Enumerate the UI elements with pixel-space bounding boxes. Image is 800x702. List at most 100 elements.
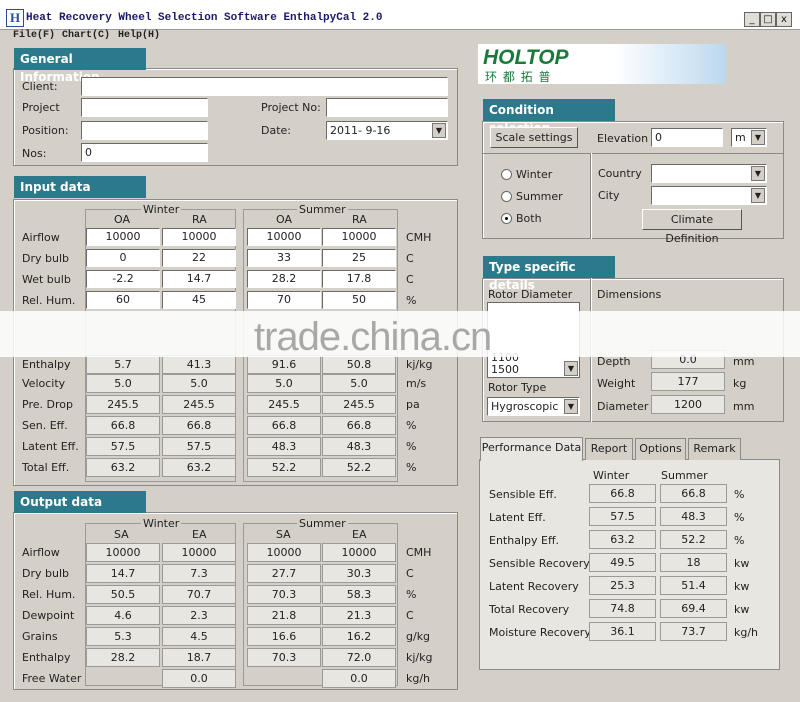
position-label: Position:: [22, 124, 69, 137]
date-value: 2011- 9-16: [330, 124, 391, 137]
tab-remark[interactable]: Remark: [688, 438, 741, 460]
rotor-diameter-label: Rotor Diameter: [488, 288, 573, 301]
output-row-label: Free Water: [22, 672, 82, 685]
tab-performance-data[interactable]: Performance Data: [480, 437, 583, 461]
rotor-type-label: Rotor Type: [488, 381, 547, 394]
input-cell: 5.0: [86, 374, 160, 393]
elevation-unit-value: m: [735, 131, 746, 144]
output-cell: 21.3: [322, 606, 396, 625]
menu-file[interactable]: File(F): [13, 30, 55, 41]
input-row-unit: m/s: [406, 377, 427, 390]
input-cell[interactable]: 33: [247, 249, 321, 267]
output-cell: 50.5: [86, 585, 160, 604]
elevation-input[interactable]: 0: [651, 128, 723, 147]
radio-summer[interactable]: [501, 191, 512, 202]
input-row-unit: pa: [406, 398, 420, 411]
input-cell[interactable]: 10000: [86, 228, 160, 246]
input-cell[interactable]: 70: [247, 291, 321, 309]
input-row-unit: CMH: [406, 231, 432, 244]
input-cell: 52.2: [247, 458, 321, 477]
climate-definition-button[interactable]: Climate Definition: [642, 209, 742, 245]
minimize-button[interactable]: _: [744, 12, 760, 27]
input-col-ra: RA: [352, 213, 367, 226]
input-cell: 5.7: [86, 355, 160, 374]
input-row-label: Dry bulb: [22, 252, 69, 265]
input-col-oa: OA: [114, 213, 130, 226]
input-cell[interactable]: 45: [162, 291, 236, 309]
brand-subtitle: 环 都 拓 普: [485, 70, 552, 84]
input-row-unit: %: [406, 419, 417, 432]
output-row-label: Grains: [22, 630, 58, 643]
perf-cell-winter: 57.5: [589, 507, 656, 526]
radio-winter[interactable]: [501, 169, 512, 180]
perf-row-label: Moisture Recovery: [489, 626, 591, 639]
input-cell: 5.0: [247, 374, 321, 393]
menu-chart[interactable]: Chart(C): [62, 30, 110, 41]
chevron-down-icon[interactable]: ▼: [564, 399, 578, 414]
input-cell[interactable]: 10000: [162, 228, 236, 246]
input-row-label: Airflow: [22, 231, 60, 244]
input-row-label: Latent Eff.: [22, 440, 79, 453]
projectno-input[interactable]: [326, 98, 448, 117]
nos-input[interactable]: 0: [81, 143, 208, 162]
input-cell: 48.3: [247, 437, 321, 456]
brand-logo: HOLTOP: [483, 46, 569, 69]
city-select[interactable]: ▼: [651, 186, 767, 205]
nos-label: Nos:: [22, 147, 47, 160]
scale-settings-button[interactable]: Scale settings: [490, 127, 578, 148]
input-cell: 57.5: [86, 437, 160, 456]
rotor-list-item-selected[interactable]: 1500: [491, 363, 519, 376]
watermark-text: trade.china.cn: [254, 315, 492, 359]
input-cell[interactable]: 28.2: [247, 270, 321, 288]
input-row-label: Rel. Hum.: [22, 294, 76, 307]
radio-both[interactable]: [501, 213, 512, 224]
input-cell[interactable]: 60: [86, 291, 160, 309]
close-button[interactable]: x: [776, 12, 792, 27]
input-row-label: Enthalpy: [22, 358, 71, 371]
input-cell[interactable]: 17.8: [322, 270, 396, 288]
chevron-down-icon[interactable]: ▼: [564, 361, 578, 376]
output-cell: 16.6: [247, 627, 321, 646]
perf-row-unit: %: [734, 488, 745, 501]
perf-cell-winter: 63.2: [589, 530, 656, 549]
output-cell: 5.3: [86, 627, 160, 646]
input-cell[interactable]: 22: [162, 249, 236, 267]
condition-tab: Condition selection: [483, 99, 615, 135]
input-cell[interactable]: 10000: [247, 228, 321, 246]
chevron-down-icon[interactable]: ▼: [751, 166, 765, 181]
input-cell[interactable]: -2.2: [86, 270, 160, 288]
tab-report[interactable]: Report: [585, 438, 633, 460]
input-cell[interactable]: 0: [86, 249, 160, 267]
weight-label: Weight: [597, 377, 636, 390]
chevron-down-icon[interactable]: ▼: [432, 123, 446, 138]
perf-row-label: Enthalpy Eff.: [489, 534, 560, 547]
output-col-ea: EA: [352, 528, 367, 541]
elevation-unit-select[interactable]: m ▼: [731, 128, 767, 147]
chevron-down-icon[interactable]: ▼: [751, 188, 765, 203]
position-input[interactable]: [81, 121, 208, 140]
output-row-unit: g/kg: [406, 630, 431, 643]
input-cell[interactable]: 25: [322, 249, 396, 267]
output-row-label: Dewpoint: [22, 609, 75, 622]
project-input[interactable]: [81, 98, 208, 117]
output-cell: 70.3: [247, 648, 321, 667]
input-row-label: Wet bulb: [22, 273, 71, 286]
chevron-down-icon[interactable]: ▼: [751, 130, 765, 145]
output-row-unit: C: [406, 609, 414, 622]
perf-row-unit: %: [734, 534, 745, 547]
country-select[interactable]: ▼: [651, 164, 767, 183]
client-input[interactable]: [81, 77, 448, 96]
date-picker[interactable]: 2011- 9-16 ▼: [326, 121, 448, 140]
input-cell[interactable]: 50: [322, 291, 396, 309]
maximize-button[interactable]: □: [760, 12, 776, 27]
input-cell[interactable]: 14.7: [162, 270, 236, 288]
menu-help[interactable]: Help(H): [118, 30, 160, 41]
input-cell: 41.3: [162, 355, 236, 374]
rotor-type-select[interactable]: Hygroscopic ▼: [487, 397, 580, 416]
tab-options[interactable]: Options: [635, 438, 686, 460]
output-row-label: Rel. Hum.: [22, 588, 76, 601]
perf-row-unit: kw: [734, 557, 750, 570]
perf-row-label: Sensible Eff.: [489, 488, 557, 501]
input-cell[interactable]: 10000: [322, 228, 396, 246]
perf-row-unit: kw: [734, 603, 750, 616]
